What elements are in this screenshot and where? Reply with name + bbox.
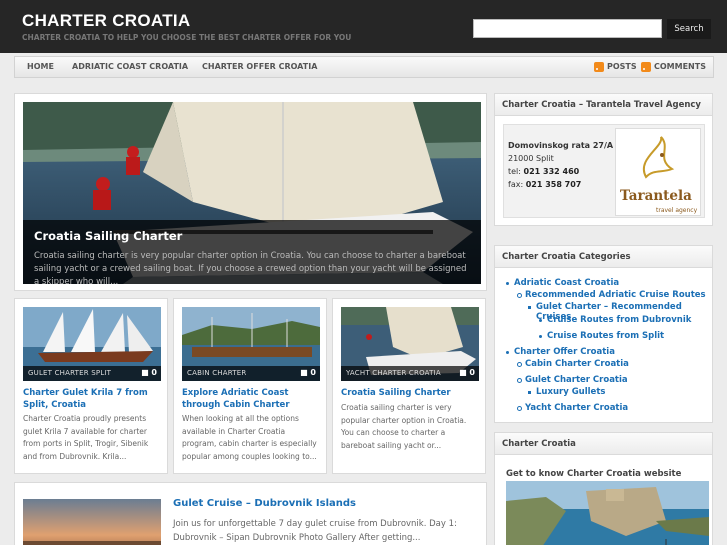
featured-slider: Croatia Sailing Charter Croatia sailing … [14,93,487,291]
card-image[interactable]: CABIN CHARTER ■ 0 [182,307,320,381]
comment-count-value: 0 [469,368,475,377]
agency-tel: tel: 021 332 460 [508,167,579,176]
card-excerpt: When looking at all the options availabl… [182,414,317,461]
card-title[interactable]: Charter Gulet Krila 7 from Split, Croati… [23,388,161,411]
post-excerpt: Join us for unforgettable 7 day gulet cr… [173,519,457,543]
agency-street: Domovinskog rata 27/A [508,141,614,150]
tel-value: 021 332 460 [523,167,580,176]
coastline-image [506,481,709,545]
nav-comments-feed[interactable]: COMMENTS [654,62,706,71]
card-category[interactable]: CABIN CHARTER [187,369,246,377]
nav-posts-feed[interactable]: POSTS [607,62,637,71]
featured-excerpt: Croatia sailing charter is very popular … [34,251,467,284]
post-card: YACHT CHARTER CROATIA ■ 0 Croatia Sailin… [332,298,486,474]
post-card: CABIN CHARTER ■ 0 Explore Adriatic Coast… [173,298,327,474]
main-nav: HOME ADRIATIC COAST CROATIA CHARTER OFFE… [14,56,714,78]
tel-label: tel: [508,167,521,176]
agency-fax: fax: 021 358 707 [508,180,581,189]
card-excerpt: Charter Croatia proudly presents gulet K… [23,414,149,461]
card-image[interactable]: YACHT CHARTER CROATIA ■ 0 [341,307,479,381]
comment-count-value: 0 [151,368,157,377]
logo-subtitle: travel agency [656,207,698,214]
card-category-label: CABIN CHARTER ■ 0 [182,366,320,381]
category-cabin-charter-croatia[interactable]: Cabin Charter Croatia [517,359,629,369]
card-excerpt: Croatia sailing charter is very popular … [341,403,467,450]
category-luxury-gullets[interactable]: Luxury Gullets [527,387,605,397]
category-cruise-routes-split[interactable]: Cruise Routes from Split [538,331,664,341]
comment-count-value: 0 [310,368,316,377]
category-recommended-adriatic-cruise-routes[interactable]: Recommended Adriatic Cruise Routes [517,290,706,300]
category-charter-offer-croatia[interactable]: Charter Offer Croatia [506,347,615,357]
post-title[interactable]: Gulet Cruise – Dubrovnik Islands [173,498,356,509]
nav-home[interactable]: HOME [27,62,54,71]
tarantela-logo[interactable]: Tarantela travel agency [615,128,701,216]
categories-widget: Charter Croatia Categories Adriatic Coas… [494,245,713,423]
site-tagline: CHARTER CROATIA TO HELP YOU CHOOSE THE B… [22,33,352,42]
card-category-label: YACHT CHARTER CROATIA ■ 0 [341,366,479,381]
sunset-image [23,499,161,545]
agency-contact: Domovinskog rata 27/A 21000 Split tel: 0… [503,124,705,218]
post-card: GULET CHARTER SPLIT ■ 0 Charter Gulet Kr… [14,298,168,474]
search-input[interactable] [473,19,662,38]
comment-count[interactable]: ■ 0 [141,368,157,377]
agency-city: 21000 Split [508,154,554,163]
category-cruise-routes-dubrovnik[interactable]: Cruise Routes from Dubrovnik [538,315,691,325]
dubrovnik-image[interactable] [506,481,709,545]
card-image[interactable]: GULET CHARTER SPLIT ■ 0 [23,307,161,381]
featured-image[interactable]: Croatia Sailing Charter Croatia sailing … [23,102,481,284]
category-gulet-charter-croatia[interactable]: Gulet Charter Croatia [517,375,628,385]
post-item: Gulet Cruise – Dubrovnik Islands Join us… [14,482,487,545]
nav-adriatic-coast-croatia[interactable]: ADRIATIC COAST CROATIA [72,62,188,71]
category-yacht-charter-croatia[interactable]: Yacht Charter Croatia [516,403,628,413]
comment-count[interactable]: ■ 0 [300,368,316,377]
charter-croatia-widget: Charter Croatia Get to know Charter Croa… [494,432,713,545]
widget-title: Charter Croatia – Tarantela Travel Agenc… [495,94,712,116]
search-button[interactable]: Search [667,19,711,39]
rss-icon[interactable] [594,62,604,72]
post-image[interactable] [23,499,161,545]
widget-title: Charter Croatia Categories [495,246,712,268]
widget-subtitle: Get to know Charter Croatia website [506,469,682,479]
category-adriatic-coast-croatia[interactable]: Adriatic Coast Croatia [505,278,619,288]
card-title[interactable]: Explore Adriatic Coast through Cabin Cha… [182,388,320,411]
site-header: CHARTER CROATIA CHARTER CROATIA TO HELP … [0,0,727,53]
nav-charter-offer-croatia[interactable]: CHARTER OFFER CROATIA [202,62,317,71]
tarantela-logo-icon [642,136,675,179]
site-title[interactable]: CHARTER CROATIA [22,11,191,31]
card-category-label: GULET CHARTER SPLIT ■ 0 [23,366,161,381]
card-category[interactable]: GULET CHARTER SPLIT [28,369,111,377]
card-category[interactable]: YACHT CHARTER CROATIA [346,369,441,377]
rss-icon[interactable] [641,62,651,72]
featured-title[interactable]: Croatia Sailing Charter [34,229,182,243]
fax-value: 021 358 707 [525,180,582,189]
featured-caption: Croatia Sailing Charter Croatia sailing … [23,220,481,284]
card-title[interactable]: Croatia Sailing Charter [341,388,479,400]
logo-text: Tarantela [620,188,692,204]
comment-count[interactable]: ■ 0 [459,368,475,377]
widget-title: Charter Croatia [495,433,712,455]
fax-label: fax: [508,180,524,189]
agency-widget: Charter Croatia – Tarantela Travel Agenc… [494,93,713,226]
